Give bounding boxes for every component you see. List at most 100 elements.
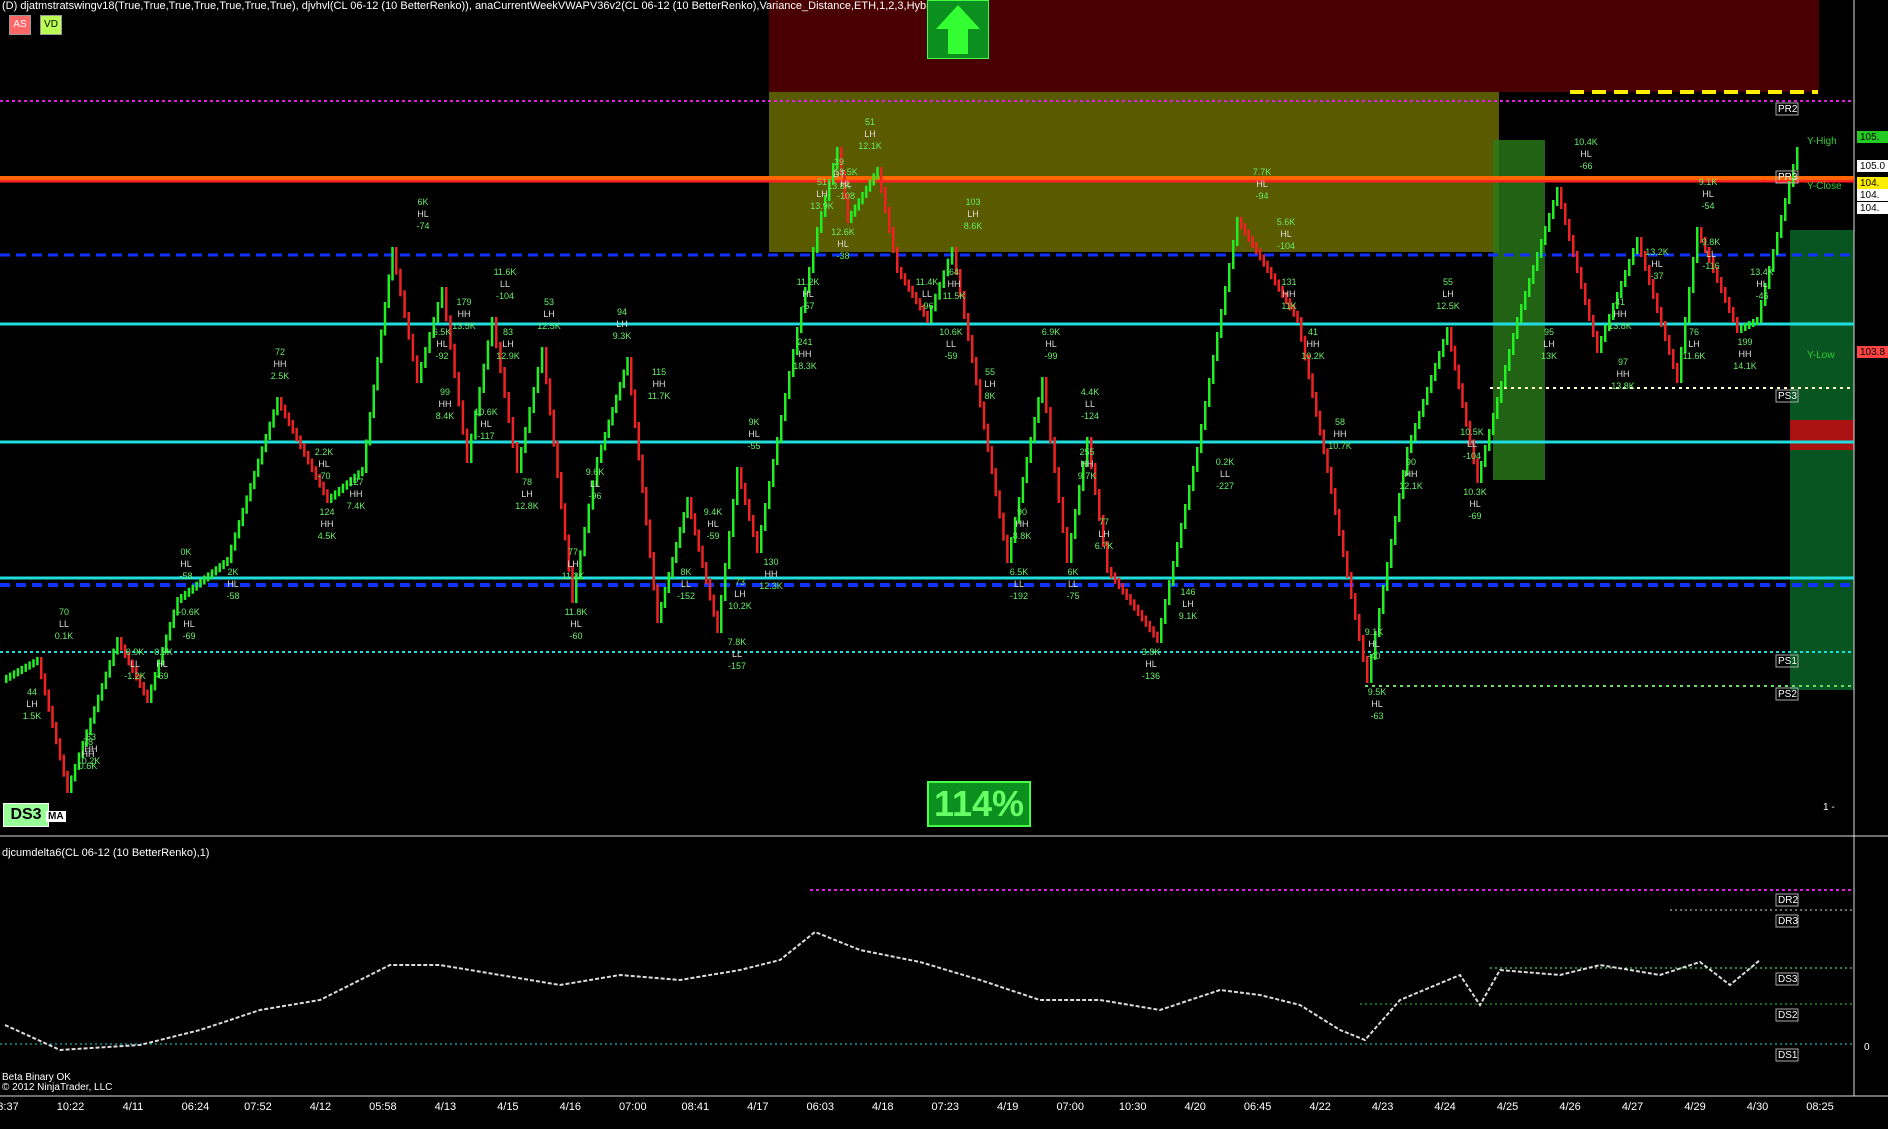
swing-annotation: 9.3K — [613, 331, 632, 341]
swing-annotation: -99 — [1044, 351, 1057, 361]
vd-badge[interactable]: VD — [40, 15, 62, 35]
x-axis-label: 3:37 — [0, 1101, 19, 1113]
swing-annotation: -104 — [1463, 451, 1481, 461]
renko-bar — [583, 527, 586, 556]
swing-annotation: 4.4K — [1081, 387, 1100, 397]
renko-bar — [869, 180, 872, 192]
renko-bar — [784, 393, 787, 421]
swing-annotation: HL — [156, 659, 168, 669]
x-axis-label: 4/12 — [310, 1101, 331, 1113]
swing-annotation: 58 — [1335, 417, 1345, 427]
renko-bar — [1430, 375, 1433, 393]
renko-bar — [1461, 383, 1464, 408]
swing-annotation: 0.2K — [1216, 457, 1235, 467]
swing-annotation: 10.5K — [1460, 427, 1484, 437]
renko-bar — [462, 400, 465, 434]
swing-annotation: LH — [967, 209, 979, 219]
renko-bar — [66, 771, 69, 793]
renko-bar — [686, 497, 689, 518]
renko-bar — [701, 546, 704, 568]
swing-annotation: 13.8K — [1611, 381, 1635, 391]
sub-level-label: DR2 — [1778, 895, 1798, 906]
renko-bar — [330, 494, 333, 503]
swing-annotation: LH — [984, 379, 996, 389]
level-label: PR3 — [1778, 172, 1798, 183]
swing-annotation: LH — [1182, 599, 1194, 609]
renko-bar — [261, 446, 264, 464]
renko-bar — [1196, 447, 1199, 472]
renko-bar — [508, 392, 511, 423]
swing-annotation: -46 — [1755, 291, 1768, 301]
level-label: PS3 — [1778, 391, 1797, 402]
swing-annotation: 10.4K — [1574, 137, 1598, 147]
renko-bar — [1496, 397, 1499, 419]
renko-bar — [458, 372, 461, 406]
renko-bar — [97, 695, 100, 713]
renko-bar — [1248, 230, 1251, 242]
swing-annotation: -75 — [1066, 591, 1079, 601]
renko-bar — [63, 755, 66, 777]
swing-annotation: 6K — [1067, 567, 1078, 577]
renko-bar — [1184, 504, 1187, 529]
swing-annotation: -69 — [1468, 511, 1481, 521]
chart-window[interactable]: 84LH2K44LH1.5K70LL0.1K63HH0.2K78HH0.6K0.… — [0, 0, 1888, 1124]
renko-bar — [257, 459, 260, 477]
renko-bar — [1118, 578, 1121, 589]
renko-bar — [1164, 599, 1167, 624]
swing-annotation: -40 — [1367, 651, 1380, 661]
renko-bar — [915, 292, 918, 304]
swing-annotation: HL — [1469, 499, 1481, 509]
renko-bar — [1760, 300, 1763, 323]
swing-annotation: -60 — [569, 631, 582, 641]
swing-annotation: HL — [837, 239, 849, 249]
renko-bar — [1720, 277, 1723, 293]
swing-annotation: 146 — [1180, 587, 1195, 597]
renko-bar — [619, 382, 622, 401]
renko-bar — [1588, 299, 1591, 321]
renko-bar — [1232, 240, 1235, 269]
renko-bar — [653, 552, 656, 591]
swing-annotation: 5.6K — [1277, 217, 1296, 227]
renko-bar — [1632, 248, 1635, 265]
swing-annotation: 199 — [1737, 337, 1752, 347]
swing-annotation: HL — [802, 289, 814, 299]
renko-bar — [748, 499, 751, 521]
swing-annotation: HL — [417, 209, 429, 219]
swing-annotation: -54 — [1701, 201, 1714, 211]
x-axis-label: 07:00 — [1056, 1101, 1084, 1113]
renko-bar — [1414, 423, 1417, 441]
swing-annotation: 83 — [503, 327, 513, 337]
renko-bar — [926, 311, 929, 323]
renko-bar — [1752, 319, 1755, 327]
renko-bar — [483, 364, 486, 393]
renko-bar — [24, 664, 27, 672]
renko-bar — [44, 673, 47, 695]
volume-profile — [1790, 230, 1854, 690]
renko-bar — [1053, 437, 1056, 473]
renko-bar — [1326, 448, 1329, 473]
renko-bar — [1255, 242, 1258, 254]
renko-bar — [1488, 429, 1491, 451]
renko-bar — [991, 446, 994, 474]
renko-bar — [1568, 219, 1571, 241]
swing-annotation: HH — [653, 379, 666, 389]
renko-bar — [1319, 411, 1322, 436]
renko-bar — [679, 527, 682, 548]
renko-bar — [199, 579, 202, 588]
swing-annotation: LH — [567, 559, 579, 569]
renko-bar — [533, 387, 536, 413]
renko-bar — [608, 420, 611, 439]
swing-annotation: 9K — [748, 417, 759, 427]
chart-canvas[interactable]: 84LH2K44LH1.5K70LL0.1K63HH0.2K78HH0.6K0.… — [0, 0, 1888, 1124]
as-badge[interactable]: AS — [9, 15, 31, 35]
swing-annotation: 9.1K — [1179, 611, 1198, 621]
price-label: 103.8 — [1860, 347, 1885, 358]
swing-annotation: 70 — [59, 607, 69, 617]
renko-bar — [292, 420, 295, 434]
renko-bar — [545, 347, 548, 384]
swing-annotation: 95 — [1544, 327, 1554, 337]
renko-bar — [549, 378, 552, 415]
renko-bar — [1216, 332, 1219, 361]
swing-annotation: 8.8K — [1013, 531, 1032, 541]
renko-bar — [1426, 387, 1429, 405]
